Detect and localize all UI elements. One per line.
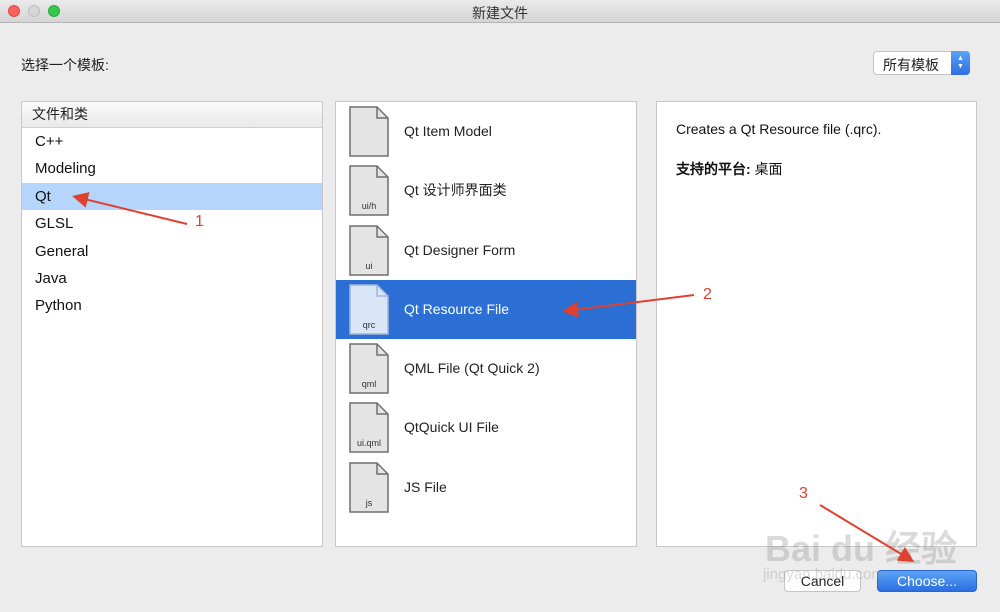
template-label: Qt Resource File bbox=[404, 300, 510, 317]
template-filter-value: 所有模板 bbox=[883, 57, 939, 73]
template-item[interactable]: js JS File bbox=[336, 458, 636, 517]
document-icon bbox=[349, 106, 389, 157]
supported-platforms: 支持的平台: 桌面 bbox=[676, 159, 783, 179]
document-icon: ui.qml bbox=[349, 402, 389, 454]
document-icon: qrc bbox=[349, 284, 389, 335]
category-item[interactable]: Java bbox=[22, 265, 322, 292]
template-description: Creates a Qt Resource file (.qrc). bbox=[676, 121, 882, 137]
category-item[interactable]: C++ bbox=[22, 128, 322, 155]
template-item[interactable]: Qt Item Model bbox=[336, 102, 636, 161]
template-label: Qt Item Model bbox=[404, 123, 492, 139]
template-item[interactable]: qrc Qt Resource File bbox=[336, 279, 636, 340]
category-item[interactable]: General bbox=[22, 238, 322, 265]
document-icon-caption: qml bbox=[362, 379, 377, 389]
category-header: 文件和类 bbox=[22, 102, 322, 128]
choose-button[interactable]: Choose... bbox=[877, 570, 977, 592]
template-label: JS File bbox=[404, 478, 447, 495]
title-bar: 新建文件 bbox=[0, 0, 1000, 23]
template-label: QtQuick UI File bbox=[404, 419, 499, 436]
baidu-watermark: Bai du 经验 bbox=[765, 528, 958, 569]
category-item[interactable]: Modeling bbox=[22, 155, 322, 182]
platform-value: 桌面 bbox=[754, 161, 783, 177]
template-label: Qt 设计师界面类 bbox=[404, 182, 507, 199]
template-label: QML File (Qt Quick 2) bbox=[404, 360, 540, 377]
baidu-watermark-url: jingyan.baidu.com bbox=[763, 566, 884, 583]
document-icon-caption: qrc bbox=[363, 320, 376, 330]
choose-template-label: 选择一个模板: bbox=[21, 57, 109, 73]
document-icon-caption: ui bbox=[365, 261, 372, 271]
template-details: Creates a Qt Resource file (.qrc). 支持的平台… bbox=[656, 101, 977, 547]
chevron-updown-icon[interactable]: ▲ ▼ bbox=[951, 51, 970, 75]
template-list: Qt Item Model ui/h Qt 设计师界面类 ui Qt Designer … bbox=[335, 101, 637, 547]
platform-label: 支持的平台: bbox=[676, 161, 751, 177]
template-item[interactable]: ui.qml QtQuick UI File bbox=[336, 398, 636, 457]
document-icon: qml bbox=[349, 343, 389, 394]
template-item[interactable]: qml QML File (Qt Quick 2) bbox=[336, 339, 636, 398]
document-icon-caption: js bbox=[365, 498, 373, 508]
category-list: 文件和类 C++ Modeling Qt GLSL General Java Python bbox=[21, 101, 323, 547]
document-icon-caption: ui/h bbox=[362, 201, 377, 211]
category-item[interactable]: Python bbox=[22, 292, 322, 319]
window-title: 新建文件 bbox=[472, 5, 528, 21]
template-item[interactable]: ui Qt Designer Form bbox=[336, 221, 636, 280]
document-icon-caption: ui.qml bbox=[357, 438, 381, 448]
category-item[interactable]: GLSL bbox=[22, 210, 322, 237]
category-item[interactable]: Qt bbox=[22, 182, 322, 211]
template-item[interactable]: ui/h Qt 设计师界面类 bbox=[336, 161, 636, 220]
document-icon: ui bbox=[349, 224, 389, 276]
document-icon: ui/h bbox=[349, 165, 389, 217]
template-filter-select[interactable]: 所有模板 ▲ ▼ bbox=[873, 51, 970, 75]
document-icon: js bbox=[349, 462, 389, 513]
template-label: Qt Designer Form bbox=[404, 241, 516, 258]
